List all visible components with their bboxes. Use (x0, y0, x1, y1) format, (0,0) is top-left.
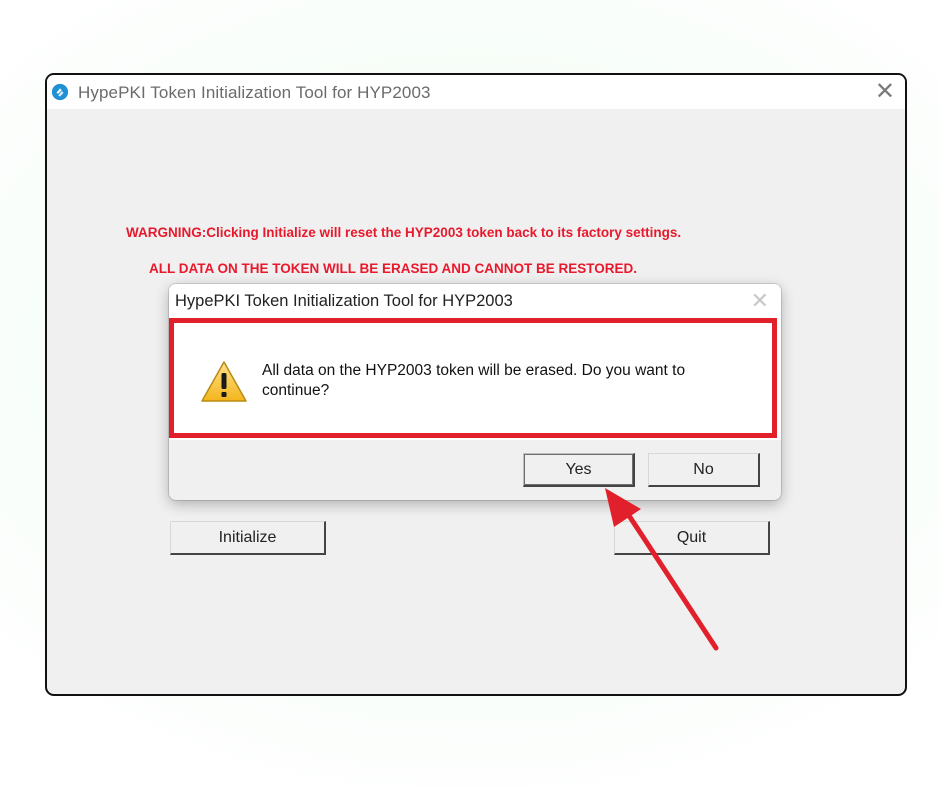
title-bar: HypePKI Token Initialization Tool for HY… (47, 75, 905, 109)
close-icon[interactable]: ✕ (875, 79, 895, 105)
dialog-close-icon[interactable]: ✕ (751, 288, 769, 314)
initialize-button[interactable]: Initialize (170, 521, 326, 555)
warning-text-reset: WARGNING:Clicking Initialize will reset … (126, 225, 682, 240)
warning-text-erase: ALL DATA ON THE TOKEN WILL BE ERASED AND… (149, 261, 638, 276)
dialog-title: HypePKI Token Initialization Tool for HY… (175, 292, 513, 310)
app-logo-icon (51, 83, 69, 101)
window-title: HypePKI Token Initialization Tool for HY… (78, 83, 431, 102)
dialog-message: All data on the HYP2003 token will be er… (262, 362, 686, 399)
no-button[interactable]: No (648, 453, 760, 487)
confirm-dialog: HypePKI Token Initialization Tool for HY… (169, 284, 781, 500)
quit-button[interactable]: Quit (614, 521, 770, 555)
yes-button[interactable]: Yes (523, 453, 635, 487)
dialog-title-bar: HypePKI Token Initialization Tool for HY… (169, 284, 781, 318)
warning-icon (201, 361, 247, 402)
